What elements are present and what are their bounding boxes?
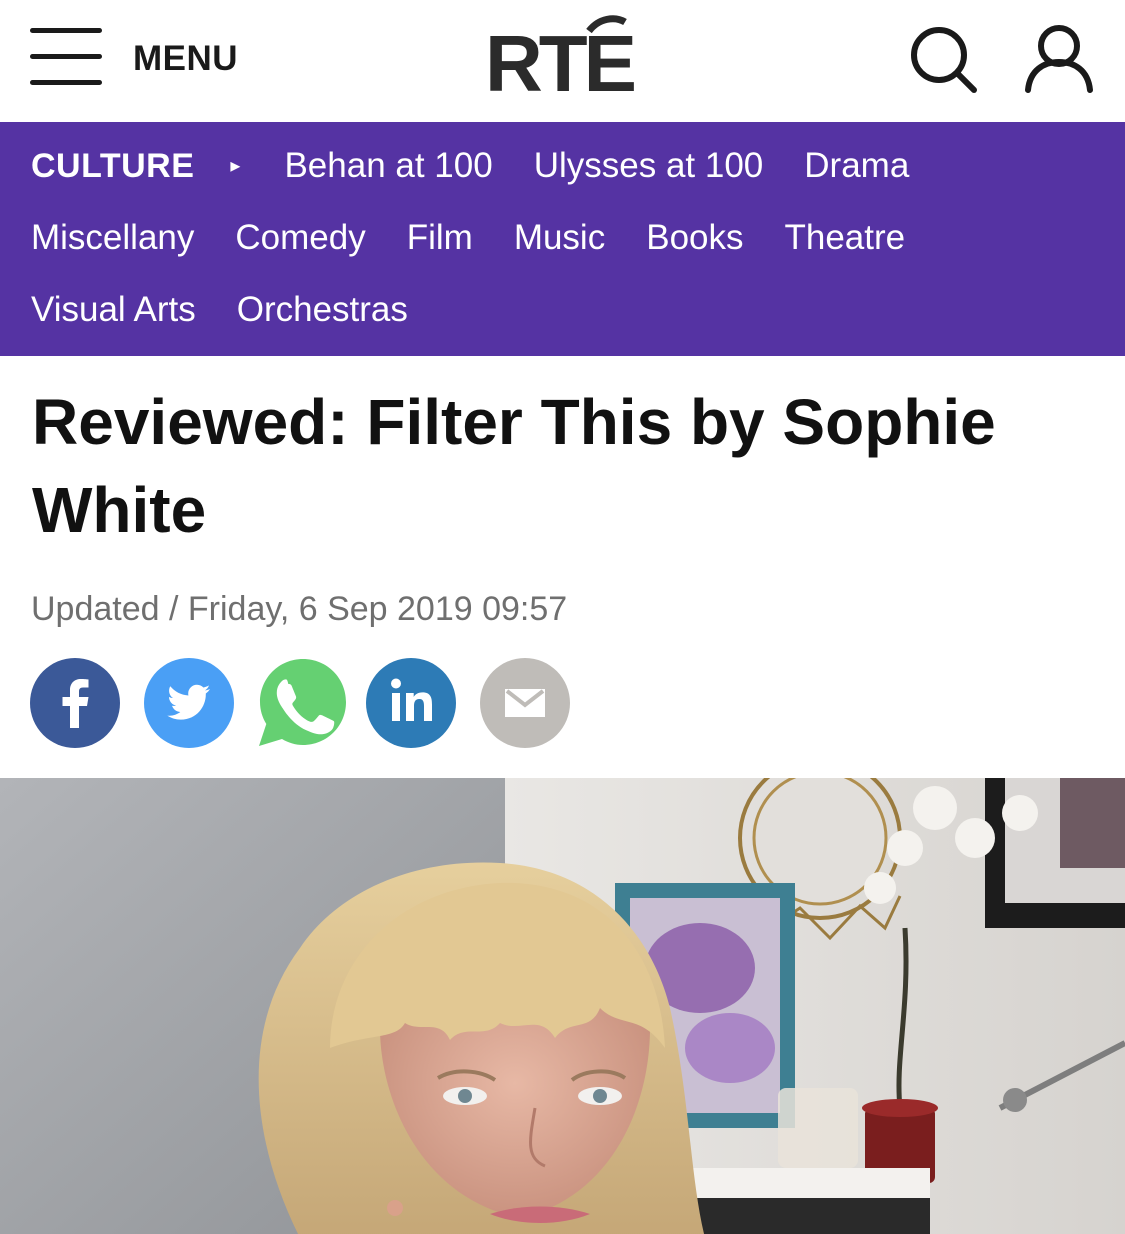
article-hero-image (0, 778, 1125, 1234)
share-facebook-button[interactable] (30, 658, 120, 748)
nav-row-3: Visual Arts Orchestras (31, 288, 449, 332)
logo-fada-mark (586, 15, 627, 34)
hamburger-icon (30, 28, 102, 86)
facebook-icon (62, 679, 89, 728)
section-nav: CULTURE ▸ Behan at 100 Ulysses at 100 Dr… (0, 122, 1125, 356)
section-link-culture[interactable]: CULTURE (31, 144, 194, 188)
account-button[interactable] (1022, 24, 1096, 94)
share-whatsapp-button[interactable] (258, 658, 348, 748)
whatsapp-icon (259, 659, 346, 746)
triangle-right-icon: ▸ (230, 155, 241, 177)
menu-button[interactable]: MENU (30, 26, 250, 88)
article-title: Reviewed: Filter This by Sophie White (32, 386, 996, 546)
nav-link-film[interactable]: Film (407, 216, 473, 260)
linkedin-icon (391, 678, 432, 721)
site-header: MENU RTE (0, 0, 1125, 122)
article-updated-date: Updated / Friday, 6 Sep 2019 09:57 (31, 590, 568, 628)
nav-link-theatre[interactable]: Theatre (785, 216, 906, 260)
user-icon (1025, 25, 1093, 93)
share-email-button[interactable] (480, 658, 570, 748)
nav-link-visual-arts[interactable]: Visual Arts (31, 288, 196, 332)
author-photo (0, 778, 1125, 1234)
search-button[interactable] (908, 24, 978, 94)
nav-link-music[interactable]: Music (514, 216, 605, 260)
email-icon (505, 689, 545, 717)
share-twitter-button[interactable] (144, 658, 234, 748)
logo-text: RTE (485, 19, 637, 108)
nav-link-books[interactable]: Books (646, 216, 743, 260)
share-linkedin-button[interactable] (366, 658, 456, 748)
nav-link-comedy[interactable]: Comedy (235, 216, 365, 260)
page: MENU RTE CULTURE ▸ Behan at 100 Ulysses … (0, 0, 1125, 1234)
nav-link-orchestras[interactable]: Orchestras (237, 288, 408, 332)
search-icon (911, 27, 977, 93)
nav-link-behan-at-100[interactable]: Behan at 100 (284, 144, 492, 188)
rte-logo[interactable]: RTE (485, 14, 645, 104)
nav-link-drama[interactable]: Drama (804, 144, 909, 188)
nav-row-2: Miscellany Comedy Film Music Books Theat… (31, 216, 946, 260)
nav-row-1: CULTURE ▸ Behan at 100 Ulysses at 100 Dr… (31, 144, 950, 188)
menu-label: MENU (133, 39, 239, 78)
nav-link-miscellany[interactable]: Miscellany (31, 216, 194, 260)
twitter-icon (167, 684, 210, 720)
nav-link-ulysses-at-100[interactable]: Ulysses at 100 (534, 144, 764, 188)
